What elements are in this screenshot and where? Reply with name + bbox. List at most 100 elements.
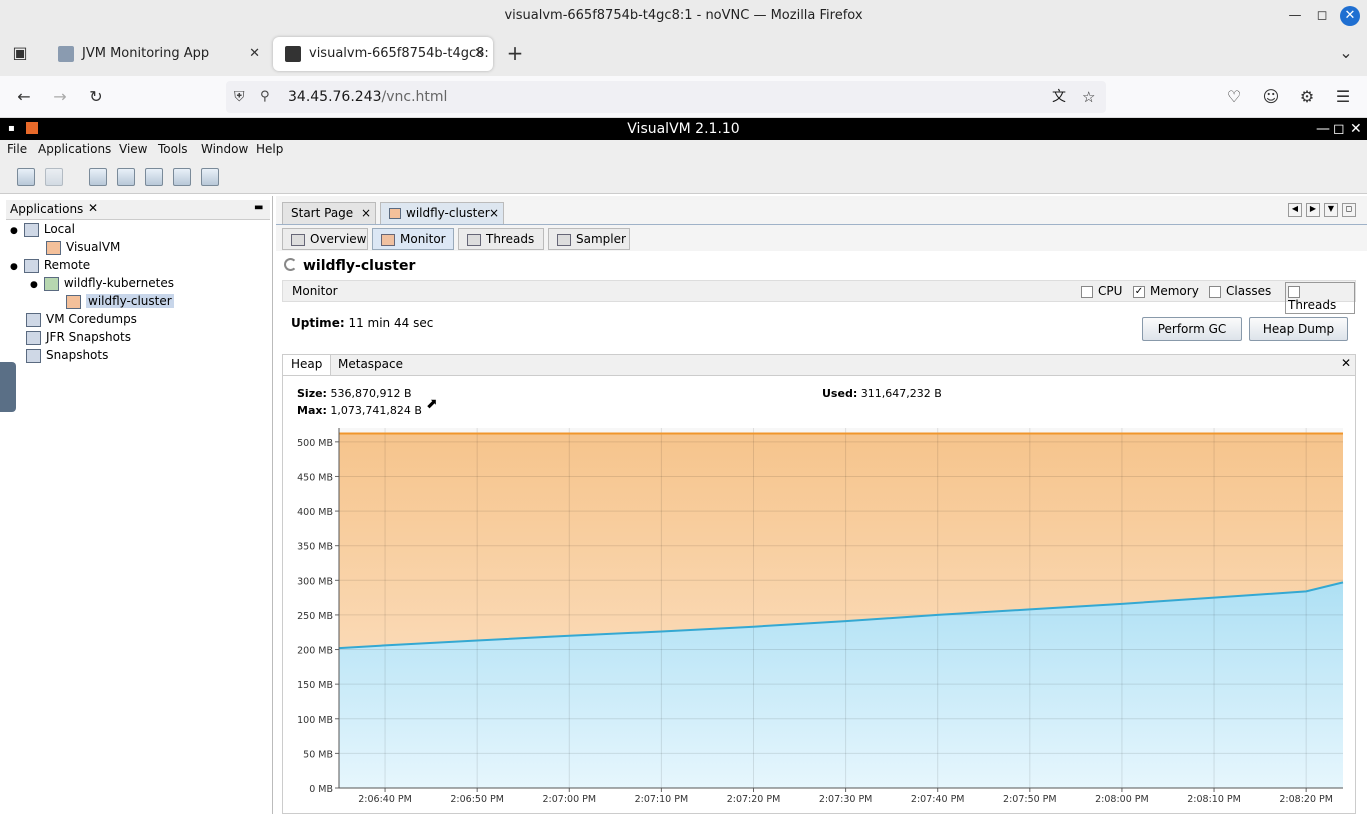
new-tab-icon[interactable]: + — [503, 42, 527, 64]
account-icon[interactable]: ☺ — [1259, 86, 1283, 108]
shield-icon[interactable]: ⛨ — [234, 81, 245, 113]
add-snapshot-icon[interactable] — [173, 168, 191, 186]
add-jmx-connection-icon[interactable] — [89, 168, 107, 186]
y-tick-label: 50 MB — [303, 749, 333, 760]
browser-tab-vnc[interactable]: visualvm-665f8754b-t4gc8: ✕ — [273, 37, 493, 71]
subtab-threads[interactable]: Threads — [458, 228, 544, 250]
network-icon — [23, 258, 39, 273]
bookmark-star-icon[interactable]: ☆ — [1082, 81, 1095, 113]
y-tick-label: 250 MB — [297, 611, 333, 622]
hamburger-menu-icon[interactable]: ☰ — [1331, 86, 1355, 108]
menu-help[interactable]: Help — [256, 142, 283, 156]
window-title: visualvm-665f8754b-t4gc8:1 - noVNC — Moz… — [504, 8, 863, 23]
translate-icon[interactable]: 文 — [1052, 81, 1066, 113]
memory-checkbox[interactable]: ✓ Memory — [1133, 284, 1199, 298]
back-icon[interactable]: ← — [12, 86, 36, 108]
window-menu-icon[interactable]: ▪ — [8, 118, 15, 140]
jmx-app-icon — [389, 208, 401, 219]
load-snapshot-icon[interactable] — [17, 168, 35, 186]
browser-nav-bar: ← → ↻ ⛨ ⚲ 34.45.76.243/vnc.html 文 ☆ ♡ ☺ … — [0, 76, 1367, 118]
tree-item-wildfly-cluster[interactable]: wildfly-cluster — [66, 294, 174, 309]
subtab-overview[interactable]: Overview — [282, 228, 368, 250]
expand-toggle-icon[interactable]: ● — [30, 280, 38, 290]
checkbox-box[interactable] — [1209, 285, 1221, 298]
extensions-icon[interactable]: ⚙ — [1295, 86, 1319, 108]
heap-dump-button[interactable]: Heap Dump — [1249, 317, 1348, 341]
vm-minimize-icon[interactable]: — — [1316, 118, 1330, 140]
vm-maximize-icon[interactable]: ◻ — [1333, 118, 1345, 140]
url-bar[interactable]: ⛨ ⚲ 34.45.76.243/vnc.html 文 ☆ — [226, 81, 1106, 113]
threads-checkbox[interactable]: Threads — [1285, 282, 1355, 314]
reload-icon[interactable]: ↻ — [84, 86, 108, 108]
close-tab-icon[interactable]: ✕ — [249, 37, 260, 71]
perform-gc-button[interactable]: Perform GC — [1142, 317, 1242, 341]
close-window-icon[interactable]: ✕ — [1340, 6, 1360, 26]
save-icon[interactable] — [45, 168, 63, 186]
tree-item-visualvm[interactable]: VisualVM — [46, 240, 120, 255]
add-coredump-icon[interactable] — [145, 168, 163, 186]
tree-item-vm-coredumps[interactable]: VM Coredumps — [26, 312, 137, 327]
checkbox-box[interactable] — [1081, 285, 1093, 298]
browser-tab-bar: ▣ JVM Monitoring App ✕ visualvm-665f8754… — [0, 32, 1367, 76]
menu-tools[interactable]: Tools — [158, 142, 188, 156]
forward-icon[interactable]: → — [48, 86, 72, 108]
heap-chart-panel: Size: 536,870,912 B Max: 1,073,741,824 B… — [282, 376, 1356, 814]
list-all-tabs-icon[interactable]: ⌄ — [1334, 42, 1358, 64]
x-tick-label: 2:07:20 PM — [727, 794, 781, 805]
expand-toggle-icon[interactable]: ● — [10, 262, 18, 272]
expand-toggle-icon[interactable]: ● — [10, 226, 18, 236]
classes-checkbox[interactable]: Classes — [1209, 284, 1271, 298]
heap-tabs: Heap Metaspace ✕ — [282, 354, 1356, 376]
minimize-panel-icon[interactable]: ▬ — [254, 202, 263, 213]
close-tab-icon[interactable]: × — [361, 203, 371, 223]
jvm-app-favicon-icon — [58, 45, 74, 62]
compare-snapshots-icon[interactable] — [201, 168, 219, 186]
tree-item-remote[interactable]: ● Remote — [10, 258, 90, 273]
tree-item-snapshots[interactable]: Snapshots — [26, 348, 108, 363]
add-remote-host-icon[interactable] — [117, 168, 135, 186]
x-tick-label: 2:07:00 PM — [542, 794, 596, 805]
applications-panel-title: Applications — [10, 202, 84, 216]
x-tick-label: 2:08:10 PM — [1187, 794, 1241, 805]
close-tab-icon[interactable]: × — [489, 203, 499, 223]
metaspace-tab[interactable]: Metaspace — [338, 357, 403, 371]
insecure-lock-icon[interactable]: ⚲ — [260, 81, 270, 113]
heap-tab[interactable]: Heap — [283, 355, 332, 375]
tab-dropdown-icon[interactable]: ▼ — [1324, 203, 1338, 217]
vm-close-icon[interactable]: ✕ — [1350, 118, 1362, 140]
checkbox-checked-icon[interactable]: ✓ — [1133, 285, 1145, 298]
cpu-checkbox[interactable]: CPU — [1081, 284, 1122, 298]
minimize-icon[interactable]: — — [1285, 6, 1305, 26]
maximize-icon[interactable]: ◻ — [1312, 6, 1332, 26]
maximize-document-icon[interactable]: ◻ — [1342, 203, 1356, 217]
browser-title-bar: visualvm-665f8754b-t4gc8:1 - noVNC — Moz… — [0, 0, 1367, 32]
subtab-monitor[interactable]: Monitor — [372, 228, 454, 250]
menu-applications[interactable]: Applications — [38, 142, 111, 156]
pocket-icon[interactable]: ♡ — [1222, 86, 1246, 108]
subtab-sampler[interactable]: Sampler — [548, 228, 630, 250]
browser-tab-jvm-monitoring[interactable]: JVM Monitoring App ✕ — [46, 37, 268, 71]
checkbox-box[interactable] — [1288, 285, 1300, 298]
url-host: 34.45.76.243 — [288, 89, 382, 105]
y-tick-label: 200 MB — [297, 646, 333, 657]
tab-list-icon[interactable]: ▣ — [8, 42, 32, 64]
close-tab-icon[interactable]: ✕ — [474, 37, 485, 71]
app-heading: wildfly-cluster — [284, 258, 415, 274]
vnc-favicon-icon — [285, 45, 301, 62]
menu-view[interactable]: View — [119, 142, 147, 156]
x-tick-label: 2:07:30 PM — [819, 794, 873, 805]
scroll-left-icon[interactable]: ◀ — [1288, 203, 1302, 217]
doc-tab-start-page[interactable]: Start Page × — [282, 202, 376, 224]
tree-item-wildfly-kubernetes[interactable]: ● wildfly-kubernetes — [30, 276, 174, 291]
tree-item-jfr-snapshots[interactable]: JFR Snapshots — [26, 330, 131, 345]
vnc-sidebar-handle[interactable] — [0, 362, 16, 412]
doc-tab-wildfly-cluster[interactable]: wildfly-cluster × — [380, 202, 504, 224]
close-panel-icon[interactable]: ✕ — [88, 201, 98, 215]
snapshot-icon — [26, 348, 41, 363]
menu-window[interactable]: Window — [201, 142, 248, 156]
scroll-right-icon[interactable]: ▶ — [1306, 203, 1320, 217]
menu-file[interactable]: File — [7, 142, 27, 156]
host-icon — [43, 276, 59, 291]
close-chart-icon[interactable]: ✕ — [1341, 356, 1351, 370]
tree-item-local[interactable]: ● Local — [10, 222, 75, 237]
